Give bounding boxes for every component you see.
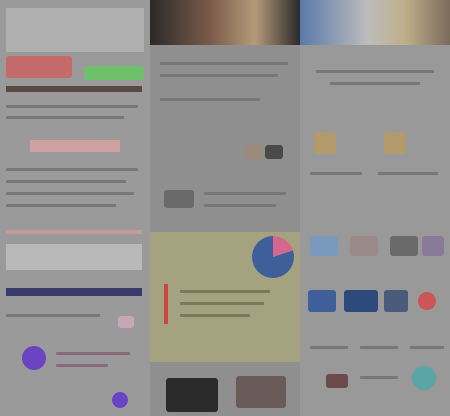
- small-image: [384, 290, 408, 312]
- green-button[interactable]: [84, 66, 144, 80]
- pie-chart-icon: [252, 236, 294, 278]
- text-line: [180, 302, 264, 305]
- text-line: [378, 172, 438, 175]
- text-line: [310, 172, 362, 175]
- text-line: [6, 204, 116, 207]
- purple-circle-icon: [22, 346, 46, 370]
- text-line: [410, 346, 444, 349]
- text-line: [6, 180, 126, 183]
- figure-icon: [384, 132, 406, 154]
- middle-column: [150, 0, 300, 416]
- red-button[interactable]: [6, 56, 72, 78]
- text-line: [310, 346, 348, 349]
- red-round-icon: [418, 292, 436, 310]
- text-line: [316, 70, 434, 73]
- text-line: [6, 314, 100, 317]
- pink-highlight: [30, 140, 120, 152]
- small-image: [308, 290, 336, 312]
- top-image-strip: [300, 0, 450, 45]
- gray-card: [6, 244, 142, 270]
- left-column: [0, 0, 150, 416]
- red-marker: [164, 284, 168, 324]
- text-line: [160, 74, 278, 77]
- hero-image: [150, 0, 300, 45]
- text-line: [6, 105, 138, 108]
- small-image: [118, 316, 134, 328]
- small-image: [164, 190, 194, 208]
- small-image: [236, 376, 286, 408]
- text-line: [204, 204, 276, 207]
- text-line: [360, 346, 398, 349]
- text-line: [330, 82, 420, 85]
- small-image: [166, 378, 218, 412]
- figure-icon: [314, 132, 336, 154]
- text-line: [56, 364, 108, 367]
- small-image: [350, 236, 378, 256]
- pink-bar: [6, 230, 142, 234]
- text-line: [180, 314, 250, 317]
- purple-dot-icon: [112, 392, 128, 408]
- text-line: [360, 376, 398, 379]
- text-line: [6, 168, 138, 171]
- teal-round-icon: [412, 366, 436, 390]
- right-column: [300, 0, 450, 416]
- navy-bar: [6, 288, 142, 296]
- text-line: [160, 98, 260, 101]
- brown-divider: [6, 86, 142, 92]
- text-line: [6, 192, 134, 195]
- text-line: [180, 290, 270, 293]
- small-image: [390, 236, 418, 256]
- text-line: [6, 116, 124, 119]
- small-image: [422, 236, 444, 256]
- text-line: [56, 352, 130, 355]
- small-image: [310, 236, 338, 256]
- top-menu-area: [6, 8, 144, 52]
- small-image: [245, 145, 263, 159]
- small-image: [326, 374, 348, 388]
- small-image: [265, 145, 283, 159]
- small-image: [344, 290, 378, 312]
- text-line: [204, 192, 286, 195]
- text-line: [160, 62, 288, 65]
